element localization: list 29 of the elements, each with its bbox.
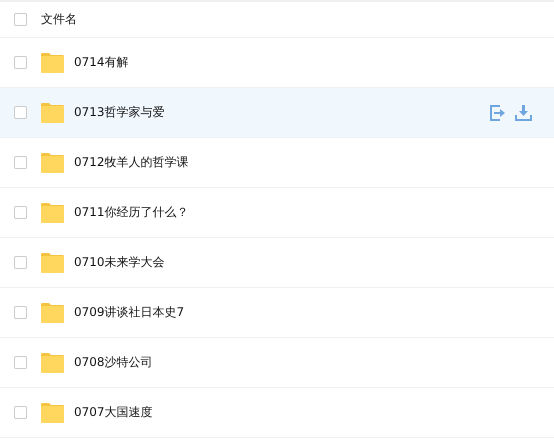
column-header: 文件名: [41, 11, 77, 28]
folder-icon: [41, 252, 64, 272]
checkbox[interactable]: [14, 56, 27, 69]
checkbox[interactable]: [14, 13, 27, 26]
file-name[interactable]: 0712牧羊人的哲学课: [74, 154, 189, 171]
folder-icon: [41, 52, 64, 72]
checkbox[interactable]: [14, 306, 27, 319]
checkbox[interactable]: [14, 206, 27, 219]
checkbox[interactable]: [14, 256, 27, 269]
folder-icon: [41, 102, 64, 122]
folder-icon: [41, 402, 64, 422]
checkbox[interactable]: [14, 356, 27, 369]
folder-icon: [41, 202, 64, 222]
checkbox[interactable]: [14, 156, 27, 169]
folder-icon: [41, 352, 64, 372]
move-icon[interactable]: [490, 104, 506, 120]
file-row[interactable]: 0713哲学家与爱: [0, 88, 554, 138]
file-name[interactable]: 0708沙特公司: [74, 354, 153, 371]
checkbox[interactable]: [14, 106, 27, 119]
file-name[interactable]: 0709讲谈社日本史7: [74, 304, 184, 321]
file-name[interactable]: 0714有解: [74, 54, 129, 71]
folder-icon: [41, 152, 64, 172]
download-icon[interactable]: [515, 104, 532, 120]
file-name[interactable]: 0710未来学大会: [74, 254, 165, 271]
checkbox[interactable]: [14, 406, 27, 419]
file-name[interactable]: 0707大国速度: [74, 404, 153, 421]
folder-icon: [41, 302, 64, 322]
file-name[interactable]: 0711你经历了什么？: [74, 204, 189, 221]
file-name[interactable]: 0713哲学家与爱: [74, 104, 165, 121]
